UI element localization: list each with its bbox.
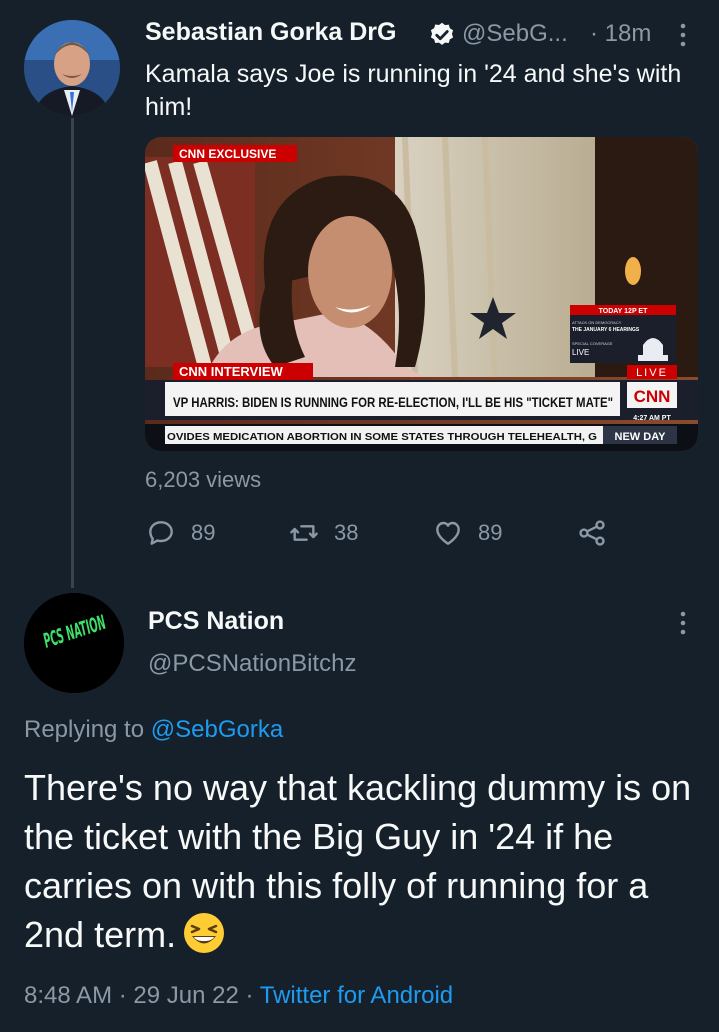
cnn-logo: CNN (634, 387, 671, 406)
tweet-text: Kamala says Joe is running in '24 and sh… (145, 60, 682, 121)
ticker-text: OVIDES MEDICATION ABORTION IN SOME STATE… (167, 431, 597, 443)
reply-author-name[interactable]: PCS Nation (148, 607, 284, 636)
chyron-tag: CNN INTERVIEW (179, 364, 283, 379)
like-count: 89 (478, 520, 503, 545)
promo-small-label: ATTACK ON DEMOCRACY (572, 320, 622, 325)
tweet-media-image[interactable]: CNN EXCLUSIVE TODAY 12P ET ATTACK ON DEM… (145, 137, 698, 451)
chyron-headline: VP HARRIS: BIDEN IS RUNNING FOR RE-ELECT… (173, 395, 613, 410)
time-separator: · (590, 20, 598, 47)
show-name: NEW DAY (615, 431, 667, 443)
reply-icon (149, 521, 173, 545)
reply-count: 89 (191, 520, 216, 545)
tweet-time-value: 18m (604, 20, 652, 47)
heart-icon (436, 521, 460, 545)
reply-text: There's no way that kackling dummy is on… (24, 767, 692, 955)
more-options-icon[interactable] (676, 22, 690, 48)
promo-today: TODAY 12P ET (599, 308, 648, 315)
meta-separator: · (245, 982, 254, 1009)
verified-badge-icon (430, 22, 454, 45)
view-count: 6,203 views (145, 467, 262, 492)
chyron-live-tag: LIVE (636, 367, 668, 379)
reply-more-options-icon[interactable] (676, 610, 690, 636)
cnn-exclusive-bug: CNN EXCLUSIVE (179, 147, 276, 161)
reply-author-avatar[interactable]: PCS NATION (24, 593, 124, 693)
like-button[interactable]: 89 (432, 516, 502, 550)
grinning-squinting-face-icon (184, 913, 225, 953)
retweet-button[interactable]: 38 (288, 516, 358, 550)
reply-date[interactable]: 29 Jun 22 (133, 982, 238, 1009)
thread-line (71, 118, 74, 588)
promo-coverage: SPECIAL COVERAGE (572, 341, 613, 346)
replying-to-line: Replying to @SebGorka (24, 716, 283, 744)
reply-text-container: There's no way that kackling dummy is on… (24, 763, 704, 959)
replying-mention-link[interactable]: @SebGorka (151, 716, 283, 743)
reply-author-handle[interactable]: @PCSNationBitchz (148, 650, 356, 678)
reply-time[interactable]: 8:48 AM (24, 982, 112, 1009)
promo-live: LIVE (572, 348, 589, 357)
source-link[interactable]: Twitter for Android (260, 982, 453, 1009)
replying-prefix: Replying to (24, 716, 145, 743)
author-handle[interactable]: @SebG... (462, 20, 568, 48)
author-name[interactable]: Sebastian Gorka DrG (145, 18, 396, 47)
share-button[interactable] (576, 516, 608, 550)
reply-button[interactable]: 89 (145, 516, 215, 550)
author-avatar[interactable] (24, 20, 120, 116)
retweet-icon (290, 525, 318, 541)
tweet-time[interactable]: · 18m (590, 20, 651, 48)
reply-meta: 8:48 AM · 29 Jun 22 · Twitter for Androi… (24, 982, 453, 1010)
meta-separator: · (118, 982, 127, 1009)
chyron-clock: 4:27 AM PT (633, 415, 671, 422)
retweet-count: 38 (334, 520, 359, 545)
share-icon (579, 520, 605, 546)
promo-hearing-title: THE JANUARY 6 HEARINGS (572, 327, 640, 333)
